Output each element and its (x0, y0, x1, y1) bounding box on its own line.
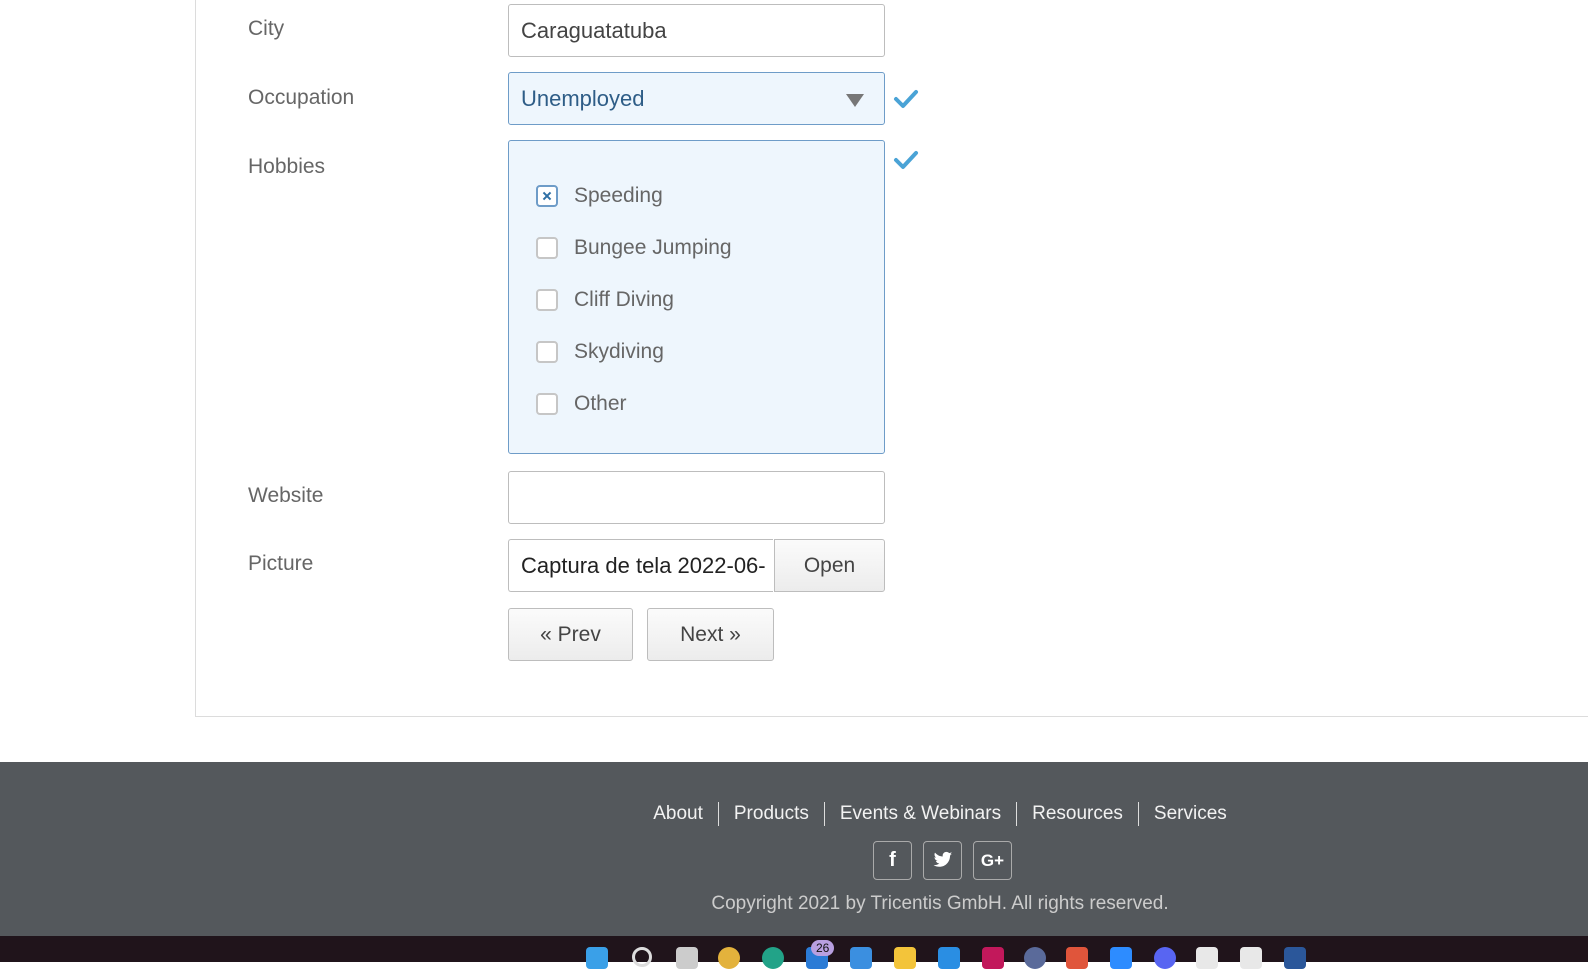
checkbox-icon[interactable] (536, 289, 558, 311)
occupation-select[interactable]: Unemployed (508, 72, 885, 125)
hobby-option-bungee-jumping[interactable]: Bungee Jumping (536, 233, 732, 263)
app-icon[interactable] (1196, 947, 1218, 969)
eclipse-icon[interactable] (1024, 947, 1046, 969)
website-input[interactable] (508, 471, 885, 524)
website-label: Website (248, 484, 324, 507)
twitter-icon[interactable] (923, 841, 962, 880)
task-view-icon[interactable] (676, 947, 698, 969)
zoom-icon[interactable] (1110, 947, 1132, 969)
checkbox-icon[interactable] (536, 237, 558, 259)
hobby-option-speeding[interactable]: Speeding (536, 181, 663, 211)
app-icon[interactable] (1240, 947, 1262, 969)
site-footer: About Products Events & Webinars Resources S… (0, 762, 1588, 937)
footer-link-about[interactable]: About (638, 803, 718, 824)
figma-icon[interactable] (1066, 947, 1088, 969)
prev-button[interactable]: « Prev (508, 608, 633, 661)
footer-link-resources[interactable]: Resources (1017, 803, 1138, 824)
next-button[interactable]: Next » (647, 608, 774, 661)
hobbies-label: Hobbies (248, 155, 326, 178)
os-taskbar: 26 (0, 936, 1588, 969)
picture-file-name[interactable]: Captura de tela 2022-06- (508, 539, 773, 592)
google-plus-icon[interactable]: G+ (973, 841, 1012, 880)
checkbox-checked-icon[interactable] (536, 185, 558, 207)
hobby-option-cliff-diving[interactable]: Cliff Diving (536, 285, 674, 315)
twitter-bird-icon (933, 851, 952, 867)
edge-icon[interactable] (762, 947, 784, 969)
city-input[interactable]: Caraguatatuba (508, 4, 885, 57)
windows-start-icon[interactable] (586, 947, 608, 969)
chrome-icon[interactable] (718, 947, 740, 969)
occupation-selected-value: Unemployed (521, 86, 645, 111)
copyright-text: Copyright 2021 by Tricentis GmbH. All ri… (711, 893, 1169, 914)
search-icon[interactable] (632, 947, 652, 967)
valid-check-icon (894, 90, 918, 108)
footer-link-events-webinars[interactable]: Events & Webinars (825, 803, 1016, 824)
valid-check-icon (894, 151, 918, 169)
vscode-icon[interactable] (938, 947, 960, 969)
occupation-label: Occupation (248, 86, 355, 109)
hobby-label: Cliff Diving (574, 288, 674, 311)
checkbox-icon[interactable] (536, 393, 558, 415)
footer-link-products[interactable]: Products (719, 803, 824, 824)
todo-icon[interactable] (850, 947, 872, 969)
hobby-label: Speeding (574, 184, 663, 207)
chevron-down-icon (846, 94, 864, 107)
word-icon[interactable] (1284, 947, 1306, 969)
open-button[interactable]: Open (774, 539, 885, 592)
hobby-label: Skydiving (574, 340, 664, 363)
folder-icon[interactable] (894, 947, 916, 969)
checkbox-icon[interactable] (536, 341, 558, 363)
city-label: City (248, 17, 285, 40)
intellij-icon[interactable] (982, 947, 1004, 969)
hobby-label: Other (574, 392, 627, 415)
mail-badge: 26 (811, 940, 835, 956)
hobby-label: Bungee Jumping (574, 236, 732, 259)
hobbies-checkbox-group: Speeding Bungee Jumping Cliff Diving Sky… (508, 140, 885, 454)
picture-label: Picture (248, 552, 314, 575)
hobby-option-skydiving[interactable]: Skydiving (536, 337, 664, 367)
hobby-option-other[interactable]: Other (536, 389, 627, 419)
form-panel (195, 0, 1588, 717)
footer-link-services[interactable]: Services (1139, 803, 1242, 824)
footer-nav: About Products Events & Webinars Resources S… (146, 802, 1588, 826)
discord-icon[interactable] (1154, 947, 1176, 969)
facebook-icon[interactable]: f (873, 841, 912, 880)
